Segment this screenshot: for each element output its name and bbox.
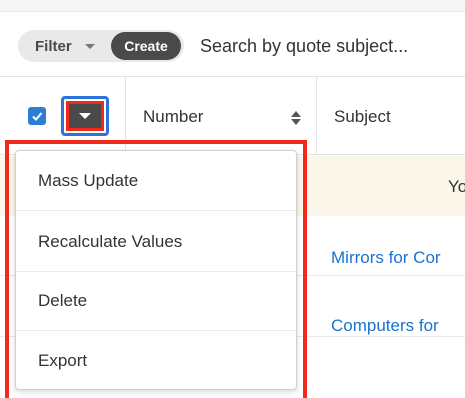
mass-actions-menu: Mass Update Recalculate Values Delete Ex… [15, 150, 297, 390]
checkmark-icon [32, 112, 43, 121]
menu-item-delete[interactable]: Delete [16, 271, 296, 331]
create-button[interactable]: Create [111, 32, 181, 60]
select-all-checkbox[interactable] [28, 107, 46, 125]
menu-item-export[interactable]: Export [16, 331, 296, 391]
mass-actions-dropdown-button[interactable] [66, 101, 104, 131]
column-header-subject[interactable]: Subject [334, 107, 391, 127]
caret-down-icon [79, 113, 91, 119]
top-strip [0, 0, 465, 12]
row-subject-link[interactable]: Computers for [331, 316, 465, 336]
chevron-down-icon[interactable] [85, 44, 95, 49]
menu-item-recalculate-values[interactable]: Recalculate Values [16, 212, 296, 272]
filter-label[interactable]: Filter [35, 38, 72, 55]
column-header-number[interactable]: Number [143, 107, 203, 127]
row-subject-link[interactable]: Mirrors for Cor [331, 248, 465, 268]
sort-icon[interactable] [290, 110, 302, 126]
column-divider [316, 77, 317, 155]
notice-text: Yo [448, 177, 465, 196]
search-input[interactable] [200, 30, 465, 62]
menu-item-mass-update[interactable]: Mass Update [16, 151, 296, 211]
